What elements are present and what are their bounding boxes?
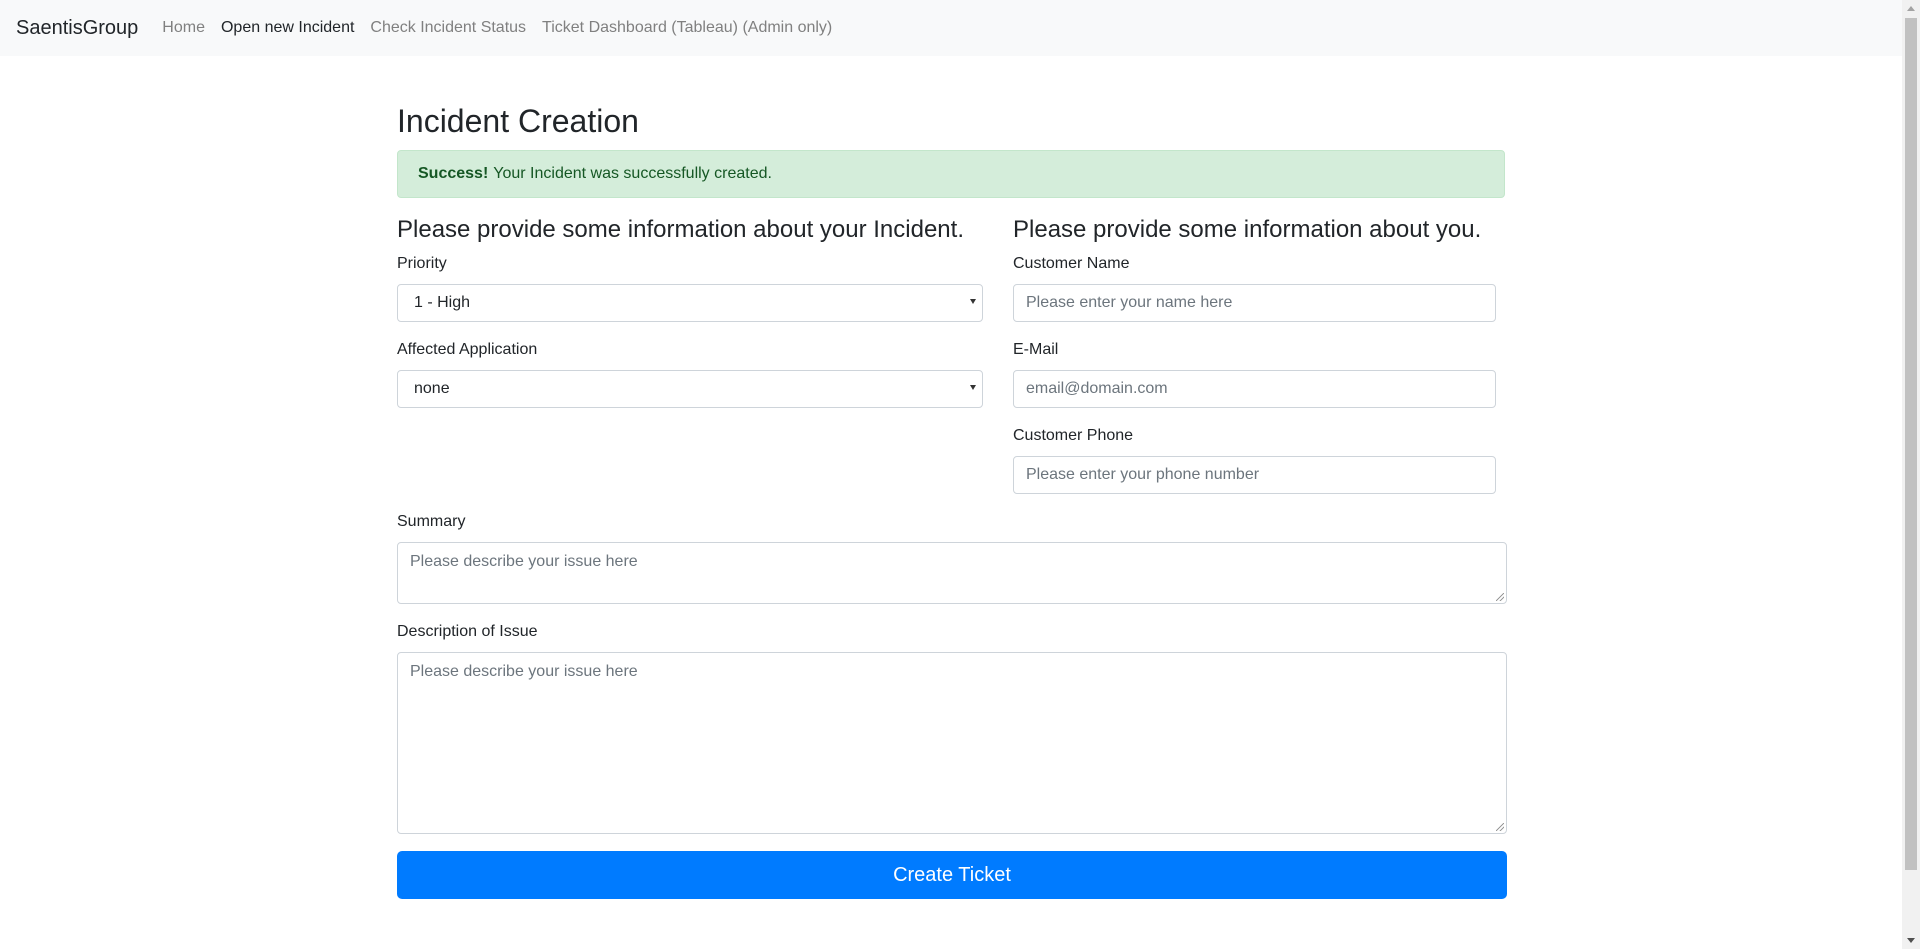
description-label: Description of Issue xyxy=(397,623,538,640)
resize-handle-icon[interactable] xyxy=(1496,593,1504,601)
affected-application-select[interactable]: none xyxy=(397,370,983,408)
email-label: E-Mail xyxy=(1013,341,1059,358)
scroll-up-icon[interactable] xyxy=(1907,6,1915,11)
priority-value: 1 - High xyxy=(414,294,471,311)
nav-link-check-incident-status[interactable]: Check Incident Status xyxy=(370,19,526,37)
customer-name-label: Customer Name xyxy=(1013,255,1130,272)
description-textarea[interactable]: Please describe your issue here xyxy=(397,652,1507,834)
brand-link[interactable]: SaentisGroup xyxy=(16,17,138,40)
affected-application-value: none xyxy=(414,380,450,397)
incident-section-heading: Please provide some information about yo… xyxy=(397,216,964,243)
summary-placeholder: Please describe your issue here xyxy=(410,553,638,570)
select-caret-icon xyxy=(970,385,976,390)
summary-textarea[interactable]: Please describe your issue here xyxy=(397,542,1507,604)
priority-label: Priority xyxy=(397,255,447,272)
create-ticket-button[interactable]: Create Ticket xyxy=(397,851,1507,899)
success-alert: Success! Your Incident was successfully … xyxy=(397,150,1505,198)
scroll-down-icon[interactable] xyxy=(1907,938,1915,943)
priority-select[interactable]: 1 - High xyxy=(397,284,983,322)
description-placeholder: Please describe your issue here xyxy=(410,663,638,680)
page-title: Incident Creation xyxy=(397,103,639,139)
vertical-scrollbar[interactable] xyxy=(1902,0,1920,949)
select-caret-icon xyxy=(970,299,976,304)
alert-text: Your Incident was successfully created. xyxy=(493,165,772,182)
customer-section-heading: Please provide some information about yo… xyxy=(1013,216,1482,243)
customer-name-input[interactable]: Please enter your name here xyxy=(1013,284,1496,322)
summary-label: Summary xyxy=(397,513,466,530)
scrollbar-thumb[interactable] xyxy=(1905,18,1917,870)
customer-phone-input[interactable]: Please enter your phone number xyxy=(1013,456,1496,494)
resize-handle-icon[interactable] xyxy=(1496,823,1504,831)
email-input[interactable]: email@domain.com xyxy=(1013,370,1496,408)
affected-application-label: Affected Application xyxy=(397,341,538,358)
customer-phone-label: Customer Phone xyxy=(1013,427,1134,444)
alert-strong: Success! xyxy=(418,165,489,182)
nav-link-ticket-dashboard[interactable]: Ticket Dashboard (Tableau) (Admin only) xyxy=(542,19,832,37)
nav-link-open-new-incident[interactable]: Open new Incident xyxy=(221,19,354,37)
navbar: SaentisGroup Home Open new Incident Chec… xyxy=(0,0,1902,56)
nav-link-home[interactable]: Home xyxy=(162,19,205,37)
